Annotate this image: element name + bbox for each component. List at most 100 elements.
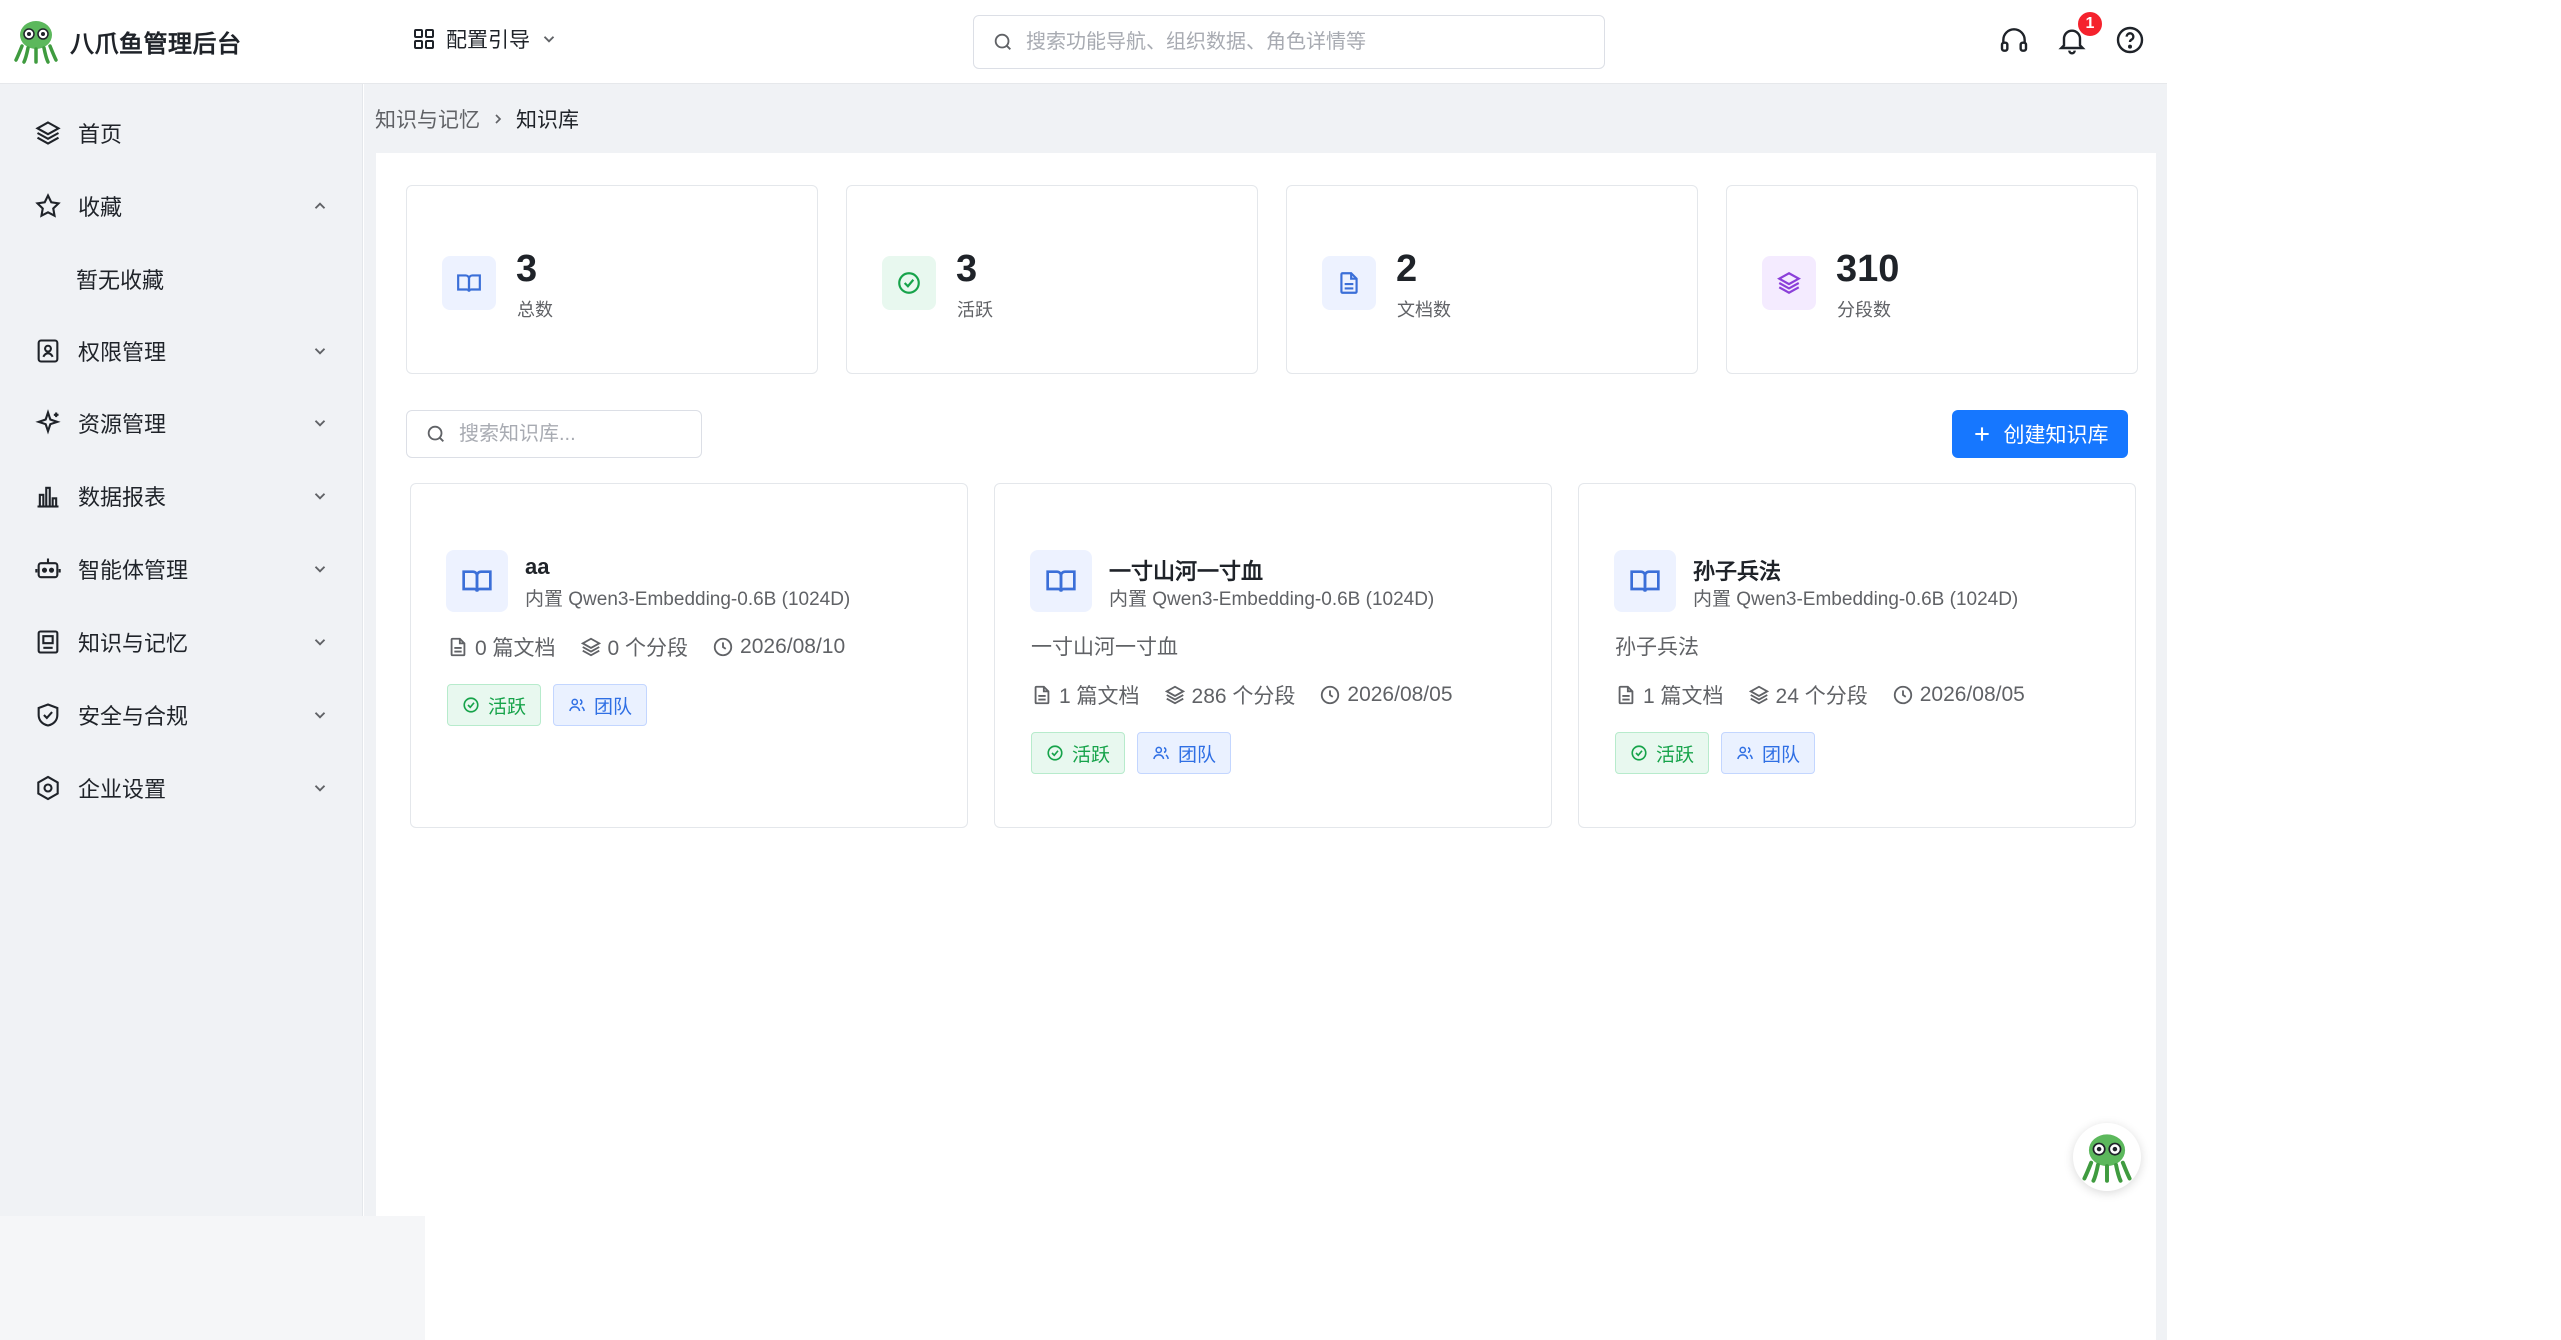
status-badge-text: 活跃 xyxy=(1072,744,1111,766)
kb-description: 孙子兵法 xyxy=(1615,636,1699,659)
octopus-assistant-icon xyxy=(2082,1134,2132,1183)
support-button[interactable] xyxy=(1998,24,2030,56)
stat-label: 总数 xyxy=(517,300,553,320)
breadcrumb-parent[interactable]: 知识与记忆 xyxy=(375,104,480,134)
kb-tags: 活跃 团队 xyxy=(1615,732,1816,774)
kb-search[interactable] xyxy=(406,410,702,458)
kb-search-input[interactable] xyxy=(459,422,689,446)
kb-doc-count: 1 篇文档 xyxy=(1031,680,1140,710)
book-open-icon xyxy=(1046,570,1076,592)
chevron-down-icon xyxy=(314,348,326,355)
sidebar-item-agents[interactable]: 智能体管理 xyxy=(0,539,363,599)
kb-segment-count: 286 个分段 xyxy=(1164,680,1295,710)
create-kb-label: 创建知识库 xyxy=(2003,424,2109,447)
search-icon xyxy=(427,425,444,442)
chevron-right-icon xyxy=(495,114,502,124)
kb-date: 2026/08/05 xyxy=(1892,683,2025,707)
sidebar-item-label: 知识与记忆 xyxy=(78,631,189,656)
kb-tags: 活跃 团队 xyxy=(447,684,648,726)
kb-tags: 活跃 团队 xyxy=(1031,732,1232,774)
clock-icon xyxy=(1321,685,1340,705)
sidebar-item-home[interactable]: 首页 xyxy=(0,103,363,163)
stat-value: 3 xyxy=(516,248,538,290)
layers-icon xyxy=(1164,685,1185,705)
kb-name: aa xyxy=(525,554,550,579)
kb-icon-box xyxy=(1030,550,1092,612)
help-button[interactable] xyxy=(2114,24,2146,56)
status-badge-text: 活跃 xyxy=(488,696,527,718)
sparkle-icon xyxy=(35,409,61,435)
chevron-down-icon xyxy=(314,493,326,500)
kb-doc-count: 0 篇文档 xyxy=(447,632,556,662)
stat-label: 活跃 xyxy=(957,300,993,320)
layers-icon xyxy=(35,121,61,145)
kb-card[interactable]: aa 内置 Qwen3-Embedding-0.6B (1024D) 0 篇文档… xyxy=(410,483,968,828)
kb-date-text: 2026/08/05 xyxy=(1919,683,2025,706)
sidebar-item-label: 资源管理 xyxy=(78,412,167,437)
scope-badge: 团队 xyxy=(1137,732,1232,774)
kb-date: 2026/08/10 xyxy=(712,635,845,659)
kb-icon-box xyxy=(446,550,508,612)
kb-name: 一寸山河一寸血 xyxy=(1109,559,1264,584)
stat-value: 310 xyxy=(1836,248,1900,290)
sidebar-item-resources[interactable]: 资源管理 xyxy=(0,393,363,453)
scope-badge-text: 团队 xyxy=(1762,744,1801,766)
stat-icon-box xyxy=(442,256,496,310)
chevron-down-icon xyxy=(543,36,555,43)
top-bar: 八爪鱼管理后台 配置引导 1 xyxy=(0,0,2167,84)
notification-badge: 1 xyxy=(2076,10,2104,38)
notifications-button[interactable]: 1 xyxy=(2056,10,2104,56)
chevron-down-icon xyxy=(314,639,326,646)
bar-chart-icon xyxy=(37,486,59,508)
global-search[interactable] xyxy=(973,15,1605,69)
assistant-float-button[interactable] xyxy=(2073,1123,2141,1191)
file-text-icon xyxy=(1618,685,1634,705)
shield-check-icon xyxy=(37,703,59,727)
octopus-logo-icon xyxy=(14,21,58,64)
sidebar-item-reports[interactable]: 数据报表 xyxy=(0,466,363,526)
kb-model: 内置 Qwen3-Embedding-0.6B (1024D) xyxy=(525,589,851,610)
file-text-icon xyxy=(1340,272,1358,294)
scope-badge-text: 团队 xyxy=(1178,744,1217,766)
config-guide-dropdown[interactable]: 配置引导 xyxy=(412,24,558,54)
kb-card[interactable]: 孙子兵法 内置 Qwen3-Embedding-0.6B (1024D) 孙子兵… xyxy=(1578,483,2136,828)
chevron-down-icon xyxy=(314,420,326,427)
kb-date-text: 2026/08/05 xyxy=(1347,683,1453,706)
kb-meta: 1 篇文档 286 个分段 2026/08/05 xyxy=(1031,680,1453,710)
kb-doc-count-text: 1 篇文档 xyxy=(1643,685,1724,708)
kb-segment-count: 24 个分段 xyxy=(1748,680,1868,710)
sidebar-item-knowledge[interactable]: 知识与记忆 xyxy=(0,612,363,672)
kb-model: 内置 Qwen3-Embedding-0.6B (1024D) xyxy=(1109,589,1435,610)
sidebar-item-label: 首页 xyxy=(78,122,123,147)
sidebar-item-favorites[interactable]: 收藏 xyxy=(0,176,363,236)
global-search-input[interactable] xyxy=(1026,30,1586,54)
id-card-icon xyxy=(37,339,59,363)
breadcrumb: 知识与记忆 知识库 xyxy=(375,104,579,134)
stat-icon-box xyxy=(882,256,936,310)
brand[interactable]: 八爪鱼管理后台 xyxy=(14,18,242,64)
status-badge: 活跃 xyxy=(1031,732,1126,774)
search-icon xyxy=(994,33,1011,50)
scope-badge: 团队 xyxy=(1721,732,1816,774)
kb-date-text: 2026/08/10 xyxy=(740,635,846,658)
kb-model: 内置 Qwen3-Embedding-0.6B (1024D) xyxy=(1693,589,2019,610)
kb-card[interactable]: 一寸山河一寸血 内置 Qwen3-Embedding-0.6B (1024D) … xyxy=(994,483,1552,828)
check-circle-icon xyxy=(463,697,479,713)
stat-card-documents: 2 文档数 xyxy=(1286,185,1698,374)
star-icon xyxy=(35,193,61,218)
chevron-up-icon xyxy=(314,202,326,209)
sidebar-item-enterprise-settings[interactable]: 企业设置 xyxy=(0,758,363,818)
kb-segment-count: 0 个分段 xyxy=(580,632,688,662)
file-text-icon xyxy=(1034,685,1050,705)
book-open-icon xyxy=(457,274,481,292)
stat-card-segments: 310 分段数 xyxy=(1726,185,2138,374)
kb-segment-count-text: 24 个分段 xyxy=(1775,685,1868,708)
kb-name: 孙子兵法 xyxy=(1693,559,1782,584)
sidebar-item-permissions[interactable]: 权限管理 xyxy=(0,321,363,381)
layers-icon xyxy=(1748,685,1769,705)
kb-doc-count-text: 0 篇文档 xyxy=(475,637,556,660)
status-badge: 活跃 xyxy=(447,684,542,726)
create-kb-button[interactable]: 创建知识库 xyxy=(1952,410,2128,458)
sidebar-item-security[interactable]: 安全与合规 xyxy=(0,685,363,745)
sidebar: 首页 收藏 暂无收藏 权限管理 资源管理 数据报表 智能体管理 知识与记忆 安全… xyxy=(0,84,363,1340)
